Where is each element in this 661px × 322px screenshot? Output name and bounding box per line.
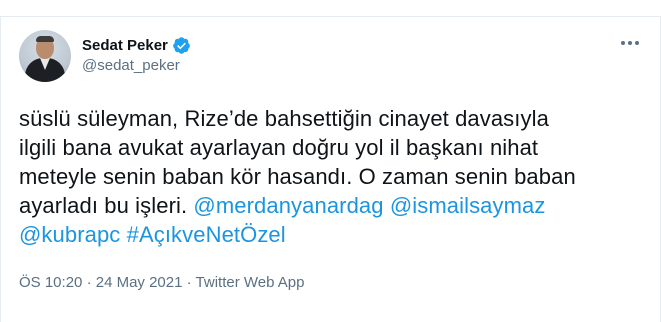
meta-separator: · (86, 274, 92, 291)
tweet-source[interactable]: Twitter Web App (196, 274, 305, 291)
tweet-text-segment: ayarladı bu işleri. (19, 193, 188, 218)
tweet-line: ilgili bana avukat ayarlayan doğru yol i… (19, 135, 539, 160)
avatar[interactable] (19, 30, 71, 82)
tweet-date[interactable]: 24 May 2021 (96, 274, 183, 291)
mention-link[interactable]: @kubrapc (19, 222, 120, 247)
tweet-line: meteyle senin baban kör hasandı. O zaman… (19, 164, 576, 189)
meta-separator: · (186, 274, 192, 291)
tweet-line: ayarladı bu işleri. @merdanyanardag @ism… (19, 191, 639, 220)
mention-link[interactable]: @ismailsaymaz (390, 193, 546, 218)
tweet-time[interactable]: ÖS 10:20 (19, 274, 82, 291)
name-row: Sedat Peker (82, 36, 191, 55)
handle[interactable]: @sedat_peker (82, 56, 191, 76)
mention-link[interactable]: @merdanyanardag (193, 193, 383, 218)
display-name[interactable]: Sedat Peker (82, 37, 168, 55)
top-divider (0, 0, 661, 17)
hashtag-link[interactable]: #AçıkveNetÖzel (127, 222, 286, 247)
author-info: Sedat Peker @sedat_peker (82, 30, 191, 76)
tweet-header: Sedat Peker @sedat_peker (19, 30, 191, 82)
tweet-meta: ÖS 10:20 · 24 May 2021 · Twitter Web App (19, 274, 305, 291)
left-divider (0, 16, 1, 322)
more-horizontal-icon[interactable] (619, 35, 641, 51)
verified-badge-icon (173, 37, 190, 54)
tweet-line: süslü süleyman, Rize’de bahsettiğin cina… (19, 106, 549, 131)
tweet-line: @kubrapc #AçıkveNetÖzel (19, 220, 639, 249)
tweet-text: süslü süleyman, Rize’de bahsettiğin cina… (19, 104, 639, 249)
